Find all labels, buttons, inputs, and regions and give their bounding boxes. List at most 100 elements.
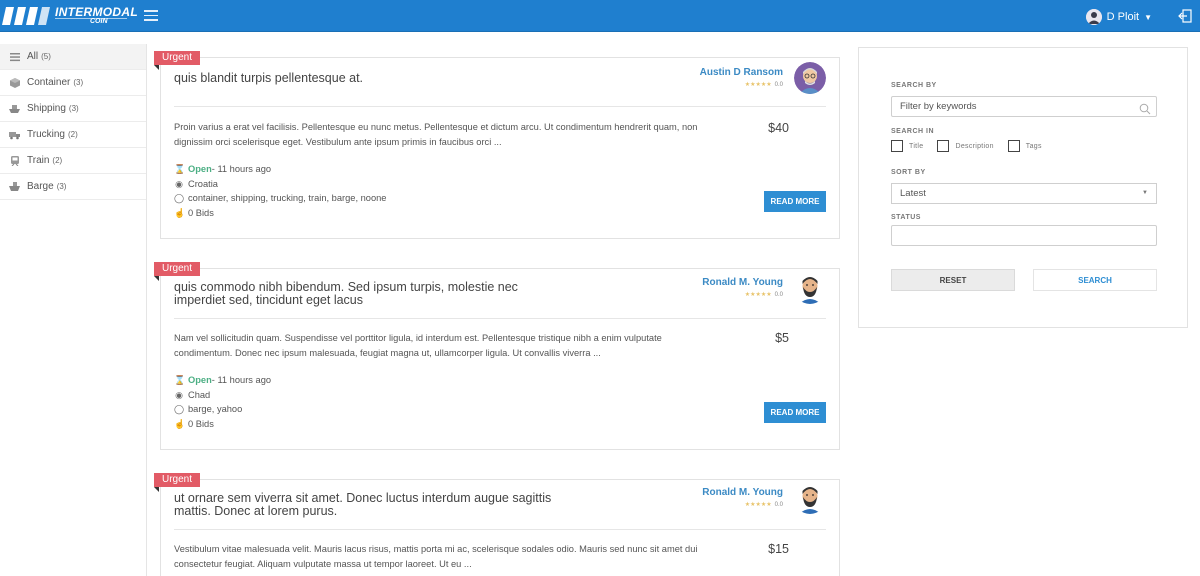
hourglass-icon: ⌛	[174, 164, 186, 174]
sidebar-item-all[interactable]: All (5)	[0, 44, 146, 70]
rating-score: 0.0	[774, 82, 783, 88]
sidebar-item-count: (3)	[68, 104, 79, 113]
box-icon	[9, 77, 20, 88]
listing-title[interactable]: quis commodo nibh bibendum. Sed ipsum tu…	[174, 281, 554, 307]
search-in-label: SEARCH IN	[891, 128, 935, 135]
listing-location: Croatia	[188, 178, 218, 189]
sidebar-item-label: Train	[27, 155, 50, 166]
logo-stripes-icon	[2, 7, 50, 25]
listing-description: Nam vel sollicitudin quam. Suspendisse v…	[174, 333, 662, 358]
card-divider	[174, 529, 826, 530]
search-panel: SEARCH BY SEARCH IN Title Description Ta…	[858, 47, 1188, 328]
rating-stars-icon: ★★★★★	[744, 292, 772, 298]
hand-pointer-icon: ☝	[174, 207, 186, 218]
rating-score: 0.0	[774, 502, 783, 508]
description-checkbox[interactable]	[937, 140, 950, 152]
logo-subtext: COIN	[90, 18, 108, 25]
title-checkbox-label: Title	[909, 142, 924, 150]
urgent-badge: Urgent	[154, 51, 201, 70]
category-sidebar: All (5) Container (3) Shipping (3) Truck…	[0, 44, 147, 576]
keyword-search-input[interactable]	[891, 96, 1157, 117]
status-input[interactable]	[891, 225, 1157, 246]
hourglass-icon: ⌛	[174, 375, 186, 385]
barge-icon	[9, 181, 20, 192]
listing-bids: 0 Bids	[188, 418, 214, 429]
sort-by-label: SORT BY	[891, 169, 926, 176]
author-name[interactable]: Ronald M. Young	[702, 277, 783, 288]
sidebar-item-label: All	[27, 51, 39, 62]
listing-title[interactable]: ut ornare sem viverra sit amet. Donec lu…	[174, 492, 554, 518]
chevron-down-icon: ▼	[1144, 12, 1152, 22]
ship-icon	[9, 103, 20, 114]
sidebar-item-shipping[interactable]: Shipping (3)	[0, 96, 146, 122]
top-navbar: INTERMODAL COIN D Ploit ▼	[0, 0, 1200, 32]
listing-time: - 11 hours ago	[211, 375, 272, 385]
listing-status: Open	[188, 375, 212, 385]
listing-card: Urgent ut ornare sem viverra sit amet. D…	[154, 473, 840, 576]
sidebar-item-count: (5)	[41, 52, 51, 61]
train-icon	[9, 155, 20, 166]
author-avatar[interactable]	[794, 482, 826, 514]
rating-score: 0.0	[774, 292, 783, 298]
author-rating: ★★★★★ 0.0	[745, 291, 783, 298]
search-icon	[1139, 103, 1151, 115]
author-rating: ★★★★★ 0.0	[745, 81, 783, 88]
listing-meta: ⌛ Open - 11 hours ago ◉ Croatia ◯ container…	[174, 162, 386, 220]
author-name[interactable]: Ronald M. Young	[702, 487, 783, 498]
location-pin-icon: ◉	[175, 178, 183, 189]
listing-location: Chad	[188, 389, 211, 400]
sort-by-select[interactable]: Latest ▼	[891, 183, 1157, 204]
sidebar-item-label: Trucking	[27, 129, 65, 140]
truck-icon	[9, 129, 20, 140]
listing-status: Open	[188, 164, 212, 174]
listing-time: - 11 hours ago	[211, 164, 272, 174]
listing-title[interactable]: quis blandit turpis pellentesque at.	[174, 72, 554, 85]
sidebar-item-count: (2)	[67, 130, 78, 139]
listing-tags: barge, yahoo	[188, 404, 243, 414]
listing-bids: 0 Bids	[188, 207, 214, 218]
description-checkbox-label: Description	[955, 142, 994, 150]
rating-stars-icon: ★★★★★	[744, 82, 772, 88]
sort-by-value: Latest	[900, 188, 926, 199]
hand-pointer-icon: ☝	[174, 418, 186, 429]
listing-tags: container, shipping, trucking, train, ba…	[188, 193, 387, 203]
rating-stars-icon: ★★★★★	[744, 502, 772, 508]
search-by-label: SEARCH BY	[891, 82, 937, 89]
urgent-badge: Urgent	[154, 262, 201, 281]
sidebar-item-label: Container	[27, 77, 71, 88]
menu-toggle-icon[interactable]	[144, 10, 158, 22]
logo-text: INTERMODAL	[55, 5, 138, 19]
tags-checkbox[interactable]	[1007, 140, 1020, 152]
search-button[interactable]: SEARCH	[1033, 269, 1157, 291]
sidebar-item-count: (2)	[52, 156, 63, 165]
author-name[interactable]: Austin D Ransom	[700, 67, 783, 78]
listing-price: $15	[768, 542, 789, 556]
listing-price: $5	[775, 331, 789, 345]
sidebar-item-trucking[interactable]: Trucking (2)	[0, 122, 146, 148]
user-avatar	[1085, 9, 1102, 25]
caret-down-icon: ▼	[1142, 190, 1148, 196]
logout-icon[interactable]	[1178, 9, 1192, 23]
author-rating: ★★★★★ 0.0	[745, 501, 783, 508]
sidebar-item-barge[interactable]: Barge (3)	[0, 174, 146, 200]
card-divider	[174, 106, 826, 107]
list-icon	[9, 51, 20, 62]
sidebar-item-count: (3)	[73, 78, 84, 87]
user-menu[interactable]: D Ploit ▼	[1085, 8, 1152, 26]
sidebar-item-container[interactable]: Container (3)	[0, 70, 146, 96]
title-checkbox[interactable]	[891, 140, 903, 152]
reset-button[interactable]: RESET	[891, 269, 1015, 291]
sidebar-item-count: (3)	[56, 182, 67, 191]
listing-description: Proin varius a erat vel facilisis. Pelle…	[174, 122, 698, 147]
author-avatar[interactable]	[794, 62, 826, 94]
author-avatar[interactable]	[794, 272, 826, 304]
read-more-button[interactable]: READ MORE	[764, 402, 826, 423]
listing-price: $40	[768, 121, 789, 135]
status-label: STATUS	[891, 214, 921, 221]
listing-card: Urgent quis blandit turpis pellentesque …	[154, 51, 840, 239]
location-pin-icon: ◉	[175, 389, 183, 400]
read-more-button[interactable]: READ MORE	[764, 191, 826, 212]
tag-icon: ◯	[174, 404, 185, 414]
sidebar-item-train[interactable]: Train (2)	[0, 148, 146, 174]
intermodal-coin-logo[interactable]: INTERMODAL COIN	[0, 4, 138, 28]
